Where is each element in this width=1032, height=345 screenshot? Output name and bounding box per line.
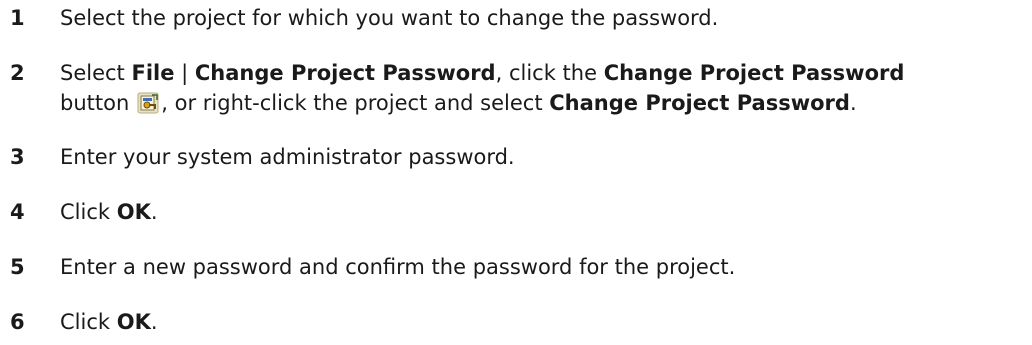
after-icon-text: , or right-click the project and select [161,91,550,115]
period: . [150,310,158,334]
step-number: 3 [10,145,25,169]
procedure-steps: 1 Select the project for which you want … [0,0,1032,345]
context-item-label: Change Project Password [549,91,850,115]
step-number: 6 [10,310,25,334]
ok-label: OK [116,310,151,334]
change-password-icon [137,92,159,114]
button-word: button [60,91,130,115]
button-name-label: Change Project Password [603,61,905,85]
step-text: Enter your system administrator password… [60,145,515,169]
menu-item-label: Change Project Password [194,61,496,85]
step-number: 1 [10,6,25,30]
period: . [150,200,158,224]
step-text: Click OK. [60,198,158,227]
step-number: 4 [10,200,25,224]
menu-file-label: File [131,61,175,85]
step-text: Select the project for which you want to… [60,6,719,30]
step-number: 5 [10,255,25,279]
menu-separator: | [174,61,195,85]
click-prefix: Click [60,200,117,224]
select-prefix: Select [60,61,132,85]
step-text-line-2: button , or right-click the project and … [60,89,857,118]
step-text: Enter a new password and confirm the pas… [60,255,736,279]
step-number: 2 [10,61,25,85]
click-prefix: Click [60,310,117,334]
ok-label: OK [116,200,151,224]
step-text-line-1: Select File | Change Project Password, c… [60,59,904,88]
click-text: , click the [495,61,604,85]
period: . [849,91,857,115]
step-text: Click OK. [60,308,158,337]
